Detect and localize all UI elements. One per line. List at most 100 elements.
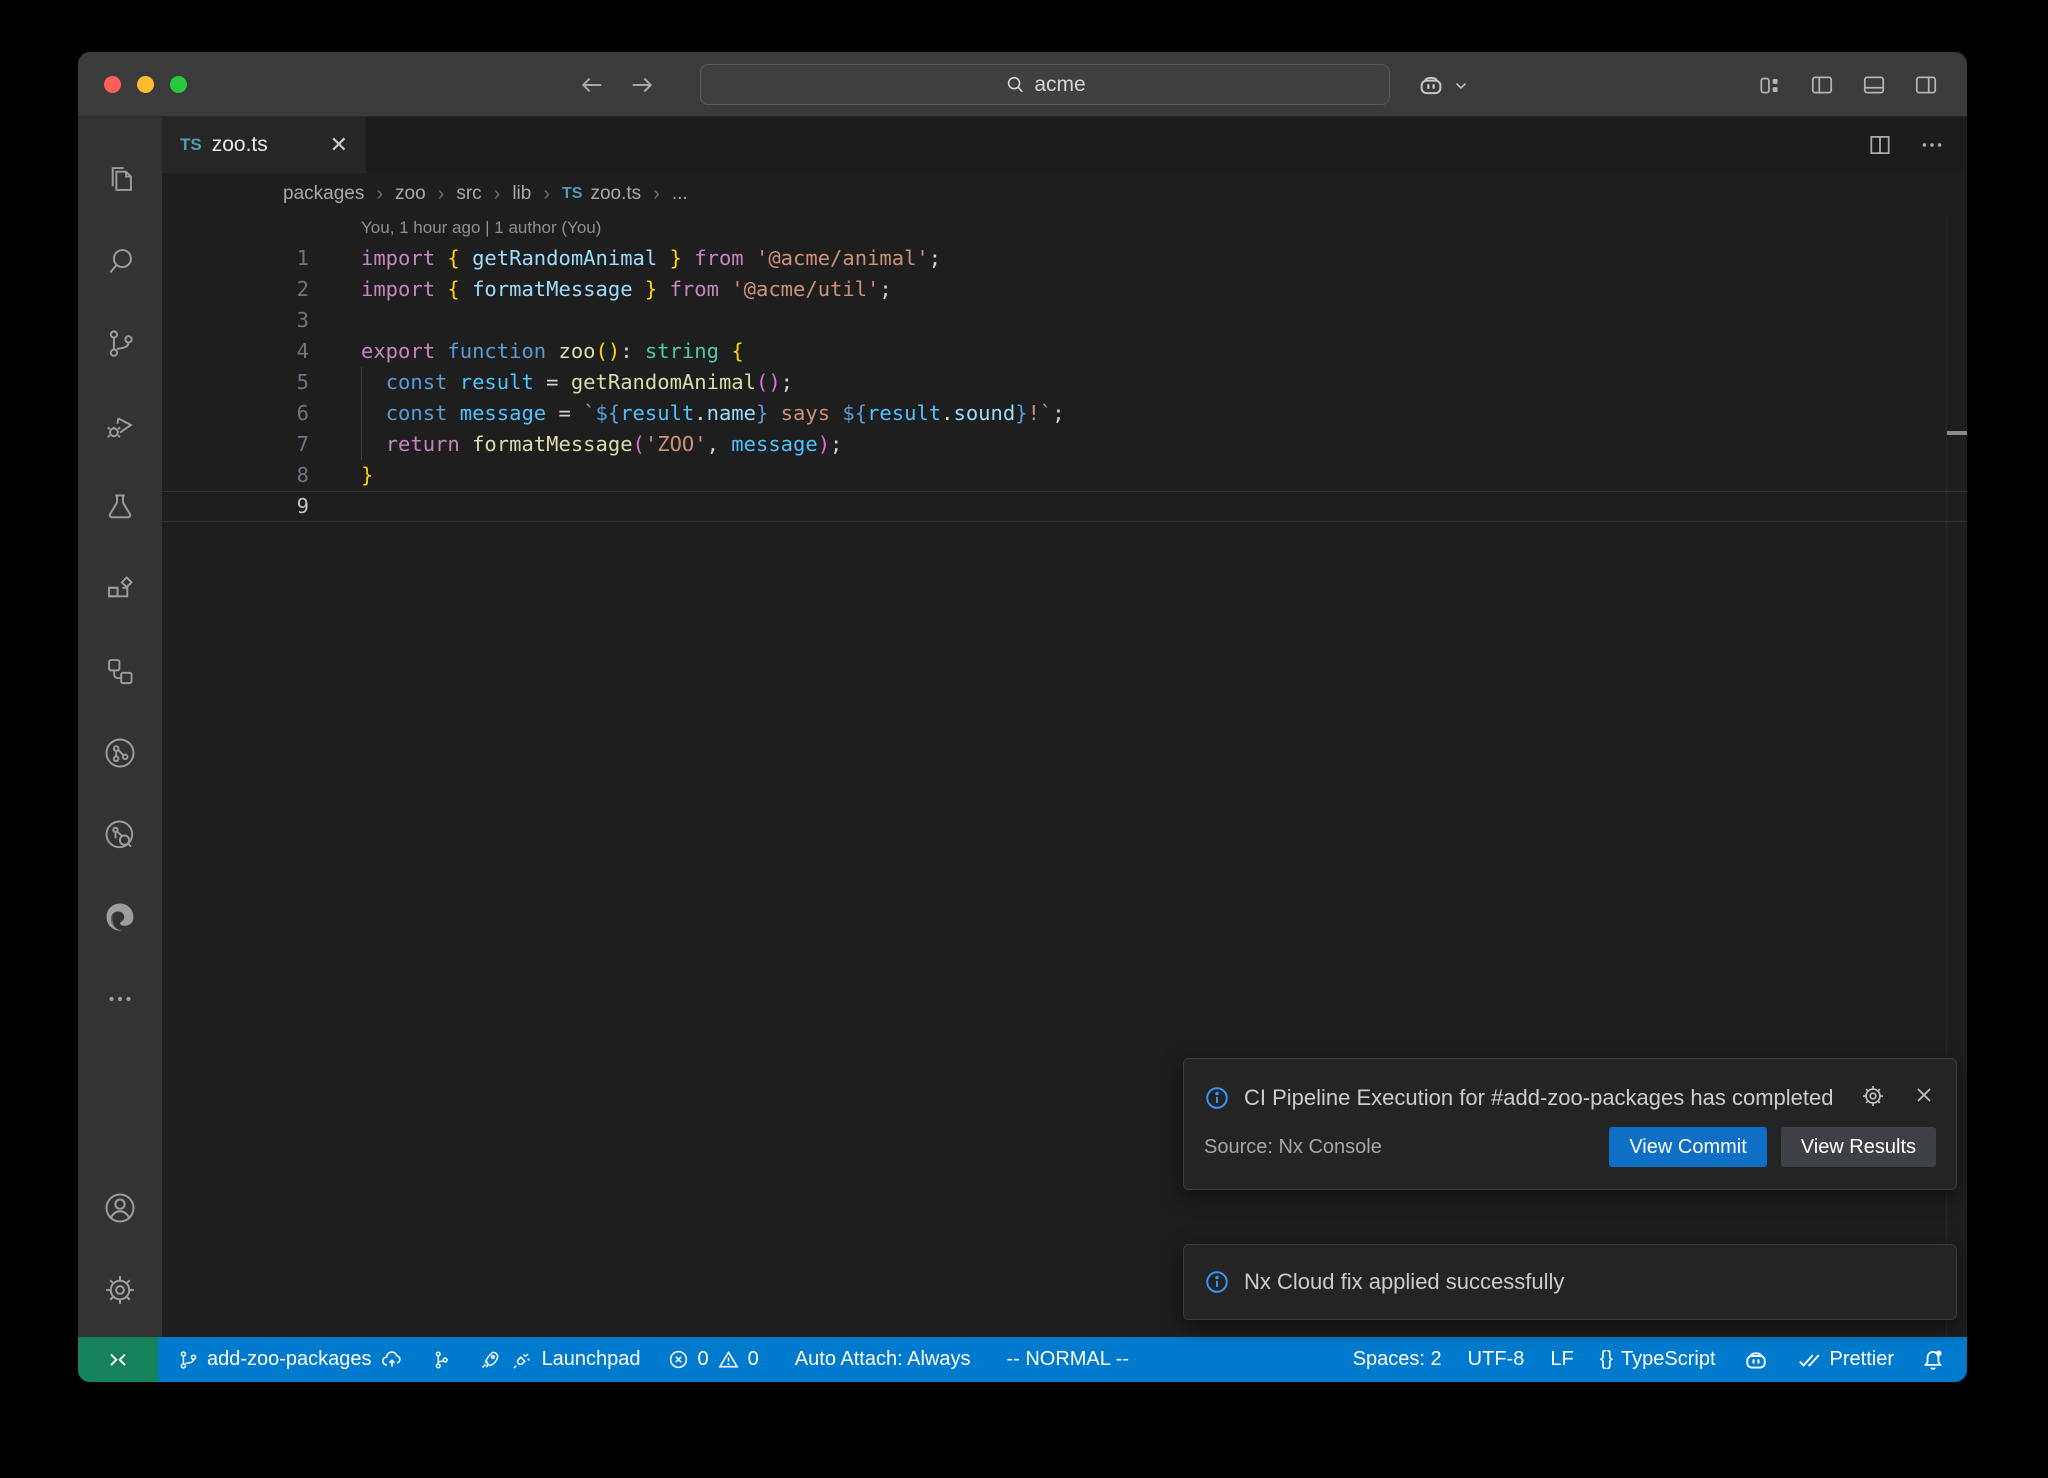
line-number: 7 <box>162 429 309 460</box>
breadcrumb-item[interactable]: zoo <box>395 183 426 205</box>
error-count: 0 <box>698 1348 709 1371</box>
warning-icon <box>717 1348 740 1371</box>
vim-mode-item[interactable]: -- NORMAL -- <box>993 1337 1142 1382</box>
formatter-label: Prettier <box>1830 1348 1894 1371</box>
nx-console-icon[interactable] <box>78 630 162 712</box>
tab-zoo-ts[interactable]: TS zoo.ts ✕ <box>162 117 367 173</box>
overview-ruler-cursor-mark <box>1947 431 1967 435</box>
settings-gear-icon[interactable] <box>78 1249 162 1331</box>
edge-tools-icon[interactable] <box>78 876 162 958</box>
typescript-file-icon: TS <box>180 135 202 155</box>
line-number: 2 <box>162 274 309 305</box>
gitlens-inspect-icon[interactable] <box>78 794 162 876</box>
testing-icon[interactable] <box>78 466 162 548</box>
formatter-item[interactable]: Prettier <box>1783 1337 1907 1382</box>
extensions-icon[interactable] <box>78 548 162 630</box>
braces-icon: {} <box>1600 1348 1613 1371</box>
split-editor-icon[interactable] <box>1867 132 1893 158</box>
copilot-icon[interactable] <box>1416 70 1446 100</box>
warning-count: 0 <box>748 1348 759 1371</box>
source-control-icon[interactable] <box>78 302 162 384</box>
close-tab-icon[interactable]: ✕ <box>330 132 348 158</box>
view-results-button[interactable]: View Results <box>1781 1127 1936 1167</box>
language-mode-item[interactable]: {} TypeScript <box>1587 1337 1729 1382</box>
notification-settings-gear-icon[interactable] <box>1860 1083 1886 1119</box>
indentation-item[interactable]: Spaces: 2 <box>1340 1337 1455 1382</box>
rocket-icon <box>478 1348 502 1372</box>
code-line[interactable]: 3 <box>162 305 1967 336</box>
desktop: acme <box>0 0 2048 1478</box>
breadcrumb-separator: › <box>438 183 445 206</box>
line-number: 9 <box>162 491 309 522</box>
tab-label: zoo.ts <box>212 133 268 157</box>
gitlens-icon[interactable] <box>78 712 162 794</box>
search-icon <box>1004 74 1026 96</box>
close-window-button[interactable] <box>104 76 121 93</box>
notification-message: CI Pipeline Execution for #add-zoo-packa… <box>1244 1077 1844 1119</box>
source-control-graph-icon <box>430 1349 452 1371</box>
breadcrumb-separator: › <box>376 183 383 206</box>
accounts-icon[interactable] <box>78 1167 162 1249</box>
run-and-debug-icon[interactable] <box>78 384 162 466</box>
copilot-status-item[interactable] <box>1729 1337 1783 1382</box>
view-commit-button[interactable]: View Commit <box>1609 1127 1766 1167</box>
eol-item[interactable]: LF <box>1537 1337 1586 1382</box>
search-icon[interactable] <box>78 220 162 302</box>
code-line[interactable]: 4export function zoo(): string { <box>162 336 1967 367</box>
breadcrumb-symbol-ellipsis[interactable]: ... <box>672 183 688 205</box>
eol-label: LF <box>1550 1348 1573 1371</box>
code-lines: 1import { getRandomAnimal } from '@acme/… <box>162 243 1967 522</box>
git-branch-item[interactable]: add-zoo-packages <box>164 1337 417 1382</box>
code-line[interactable]: 9 <box>162 491 1967 522</box>
breadcrumb-item-file[interactable]: zoo.ts <box>590 183 641 205</box>
launchpad-label: Launchpad <box>542 1348 641 1371</box>
notifications-bell-item[interactable] <box>1907 1337 1959 1382</box>
problems-item[interactable]: 0 0 <box>654 1337 772 1382</box>
code-line[interactable]: 8} <box>162 460 1967 491</box>
toggle-primary-sidebar-icon[interactable] <box>1809 72 1835 98</box>
notification-message: Nx Cloud fix applied successfully <box>1244 1269 1564 1295</box>
line-number: 8 <box>162 460 309 491</box>
breadcrumb-item[interactable]: src <box>456 183 481 205</box>
chevron-down-icon[interactable] <box>1452 76 1470 94</box>
double-check-icon <box>1796 1347 1822 1373</box>
code-line[interactable]: 5 const result = getRandomAnimal(); <box>162 367 1967 398</box>
source-control-graph-item[interactable] <box>417 1337 465 1382</box>
remote-indicator[interactable] <box>78 1337 158 1382</box>
explorer-icon[interactable] <box>78 138 162 220</box>
line-content: const result = getRandomAnimal(); <box>361 367 793 398</box>
spaces-label: Spaces: 2 <box>1353 1348 1442 1371</box>
breadcrumb-item[interactable]: packages <box>283 183 364 205</box>
zoom-window-button[interactable] <box>170 76 187 93</box>
auto-attach-label: Auto Attach: Always <box>795 1348 971 1371</box>
line-number: 5 <box>162 367 309 398</box>
command-center-search[interactable]: acme <box>700 64 1390 105</box>
customize-layout-icon[interactable] <box>1757 72 1783 98</box>
git-blame-annotation: You, 1 hour ago | 1 author (You) <box>361 218 601 238</box>
code-line[interactable]: 6 const message = `${result.name} says $… <box>162 398 1967 429</box>
back-icon[interactable] <box>578 71 606 99</box>
minimize-window-button[interactable] <box>137 76 154 93</box>
toggle-panel-icon[interactable] <box>1861 72 1887 98</box>
remote-icon <box>106 1348 130 1372</box>
notification-close-icon[interactable] <box>1912 1083 1936 1119</box>
language-label: TypeScript <box>1621 1348 1715 1371</box>
tab-bar: TS zoo.ts ✕ <box>162 117 1967 173</box>
encoding-item[interactable]: UTF-8 <box>1455 1337 1538 1382</box>
breadcrumb[interactable]: packages›zoo›src›lib›TSzoo.ts›... <box>162 173 1967 215</box>
code-line[interactable]: 2 import { formatMessage } from '@acme/ut… <box>162 274 1967 305</box>
toggle-secondary-sidebar-icon[interactable] <box>1913 72 1939 98</box>
code-line[interactable]: 1import { getRandomAnimal } from '@acme/… <box>162 243 1967 274</box>
info-icon <box>1204 1077 1230 1119</box>
error-icon <box>667 1348 690 1371</box>
line-content: import { formatMessage } from '@acme/uti… <box>361 274 892 305</box>
breadcrumb-separator: › <box>653 183 660 206</box>
breadcrumb-separator: › <box>494 183 501 206</box>
breadcrumb-item[interactable]: lib <box>512 183 531 205</box>
auto-attach-item[interactable]: Auto Attach: Always <box>782 1337 984 1382</box>
forward-icon[interactable] <box>628 71 656 99</box>
code-line[interactable]: 7 return formatMessage('ZOO', message); <box>162 429 1967 460</box>
additional-views-icon[interactable] <box>78 958 162 1040</box>
launchpad-item[interactable]: Launchpad <box>465 1337 654 1382</box>
more-actions-icon[interactable] <box>1919 132 1945 158</box>
